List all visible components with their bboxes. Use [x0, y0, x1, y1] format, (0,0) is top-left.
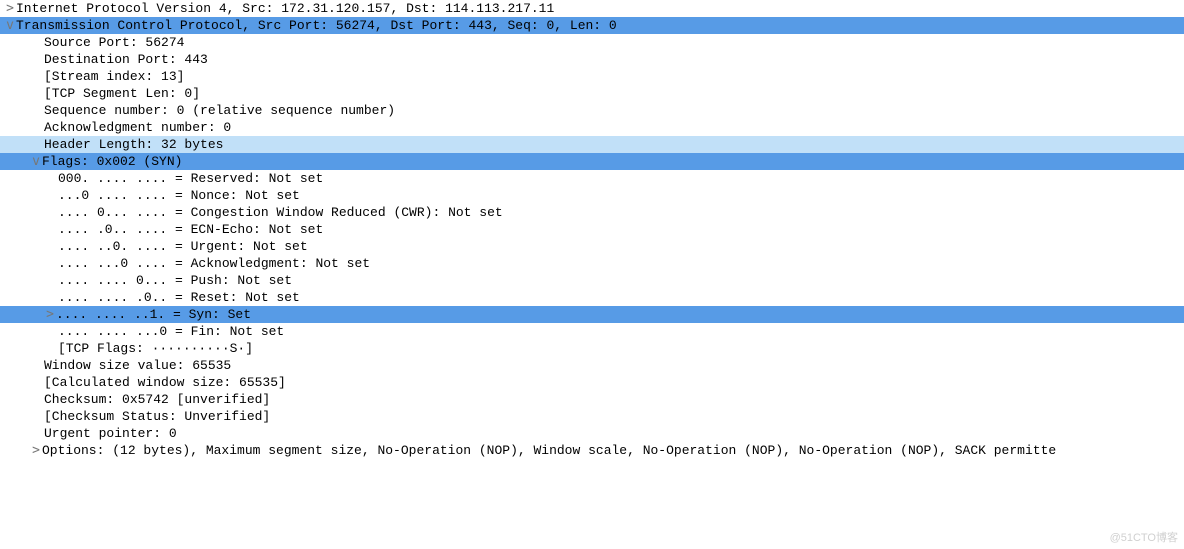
calc-window-text: [Calculated window size: 65535] [44, 375, 286, 390]
chevron-right-icon[interactable] [4, 0, 16, 17]
tcp-flags-string-row[interactable]: [TCP Flags: ··········S·] [0, 340, 1184, 357]
dest-port-row[interactable]: Destination Port: 443 [0, 51, 1184, 68]
tcp-seg-len-row[interactable]: [TCP Segment Len: 0] [0, 85, 1184, 102]
sequence-number-row[interactable]: Sequence number: 0 (relative sequence nu… [0, 102, 1184, 119]
ack-number-row[interactable]: Acknowledgment number: 0 [0, 119, 1184, 136]
checksum-text: Checksum: 0x5742 [unverified] [44, 392, 270, 407]
flag-syn-text: .... .... ..1. = Syn: Set [56, 307, 251, 322]
chevron-right-icon[interactable] [44, 306, 56, 323]
dest-port-text: Destination Port: 443 [44, 52, 208, 67]
checksum-status-text: [Checksum Status: Unverified] [44, 409, 270, 424]
tcp-header-text: Transmission Control Protocol, Src Port:… [16, 18, 617, 33]
checksum-row[interactable]: Checksum: 0x5742 [unverified] [0, 391, 1184, 408]
flag-push-text: .... .... 0... = Push: Not set [58, 273, 292, 288]
flag-reset-row[interactable]: .... .... .0.. = Reset: Not set [0, 289, 1184, 306]
sequence-number-text: Sequence number: 0 (relative sequence nu… [44, 103, 395, 118]
urgent-pointer-row[interactable]: Urgent pointer: 0 [0, 425, 1184, 442]
stream-index-row[interactable]: [Stream index: 13] [0, 68, 1184, 85]
ip-header-text: Internet Protocol Version 4, Src: 172.31… [16, 1, 554, 16]
chevron-down-icon[interactable] [4, 17, 16, 34]
flags-header-row[interactable]: Flags: 0x002 (SYN) [0, 153, 1184, 170]
flag-nonce-text: ...0 .... .... = Nonce: Not set [58, 188, 300, 203]
flag-ack-text: .... ...0 .... = Acknowledgment: Not set [58, 256, 370, 271]
flag-cwr-text: .... 0... .... = Congestion Window Reduc… [58, 205, 503, 220]
urgent-pointer-text: Urgent pointer: 0 [44, 426, 177, 441]
checksum-status-row[interactable]: [Checksum Status: Unverified] [0, 408, 1184, 425]
flag-reset-text: .... .... .0.. = Reset: Not set [58, 290, 300, 305]
header-length-row[interactable]: Header Length: 32 bytes [0, 136, 1184, 153]
header-length-text: Header Length: 32 bytes [44, 137, 223, 152]
flag-fin-text: .... .... ...0 = Fin: Not set [58, 324, 284, 339]
flag-reserved-text: 000. .... .... = Reserved: Not set [58, 171, 323, 186]
tcp-flags-string-text: [TCP Flags: ··········S·] [58, 341, 253, 356]
stream-index-text: [Stream index: 13] [44, 69, 184, 84]
flag-ecn-row[interactable]: .... .0.. .... = ECN-Echo: Not set [0, 221, 1184, 238]
window-size-row[interactable]: Window size value: 65535 [0, 357, 1184, 374]
source-port-text: Source Port: 56274 [44, 35, 184, 50]
flag-push-row[interactable]: .... .... 0... = Push: Not set [0, 272, 1184, 289]
tcp-seg-len-text: [TCP Segment Len: 0] [44, 86, 200, 101]
tcp-header-row[interactable]: Transmission Control Protocol, Src Port:… [0, 17, 1184, 34]
ack-number-text: Acknowledgment number: 0 [44, 120, 231, 135]
chevron-right-icon[interactable] [30, 442, 42, 459]
flag-ecn-text: .... .0.. .... = ECN-Echo: Not set [58, 222, 323, 237]
flag-fin-row[interactable]: .... .... ...0 = Fin: Not set [0, 323, 1184, 340]
flag-ack-row[interactable]: .... ...0 .... = Acknowledgment: Not set [0, 255, 1184, 272]
calc-window-row[interactable]: [Calculated window size: 65535] [0, 374, 1184, 391]
ip-header-row[interactable]: Internet Protocol Version 4, Src: 172.31… [0, 0, 1184, 17]
flag-cwr-row[interactable]: .... 0... .... = Congestion Window Reduc… [0, 204, 1184, 221]
flag-syn-row[interactable]: .... .... ..1. = Syn: Set [0, 306, 1184, 323]
window-size-text: Window size value: 65535 [44, 358, 231, 373]
flag-reserved-row[interactable]: 000. .... .... = Reserved: Not set [0, 170, 1184, 187]
flag-urgent-row[interactable]: .... ..0. .... = Urgent: Not set [0, 238, 1184, 255]
options-text: Options: (12 bytes), Maximum segment siz… [42, 443, 1056, 458]
flag-urgent-text: .... ..0. .... = Urgent: Not set [58, 239, 308, 254]
chevron-down-icon[interactable] [30, 153, 42, 170]
flag-nonce-row[interactable]: ...0 .... .... = Nonce: Not set [0, 187, 1184, 204]
watermark-text: @51CTO博客 [1110, 530, 1178, 547]
options-row[interactable]: Options: (12 bytes), Maximum segment siz… [0, 442, 1184, 459]
flags-header-text: Flags: 0x002 (SYN) [42, 154, 182, 169]
source-port-row[interactable]: Source Port: 56274 [0, 34, 1184, 51]
